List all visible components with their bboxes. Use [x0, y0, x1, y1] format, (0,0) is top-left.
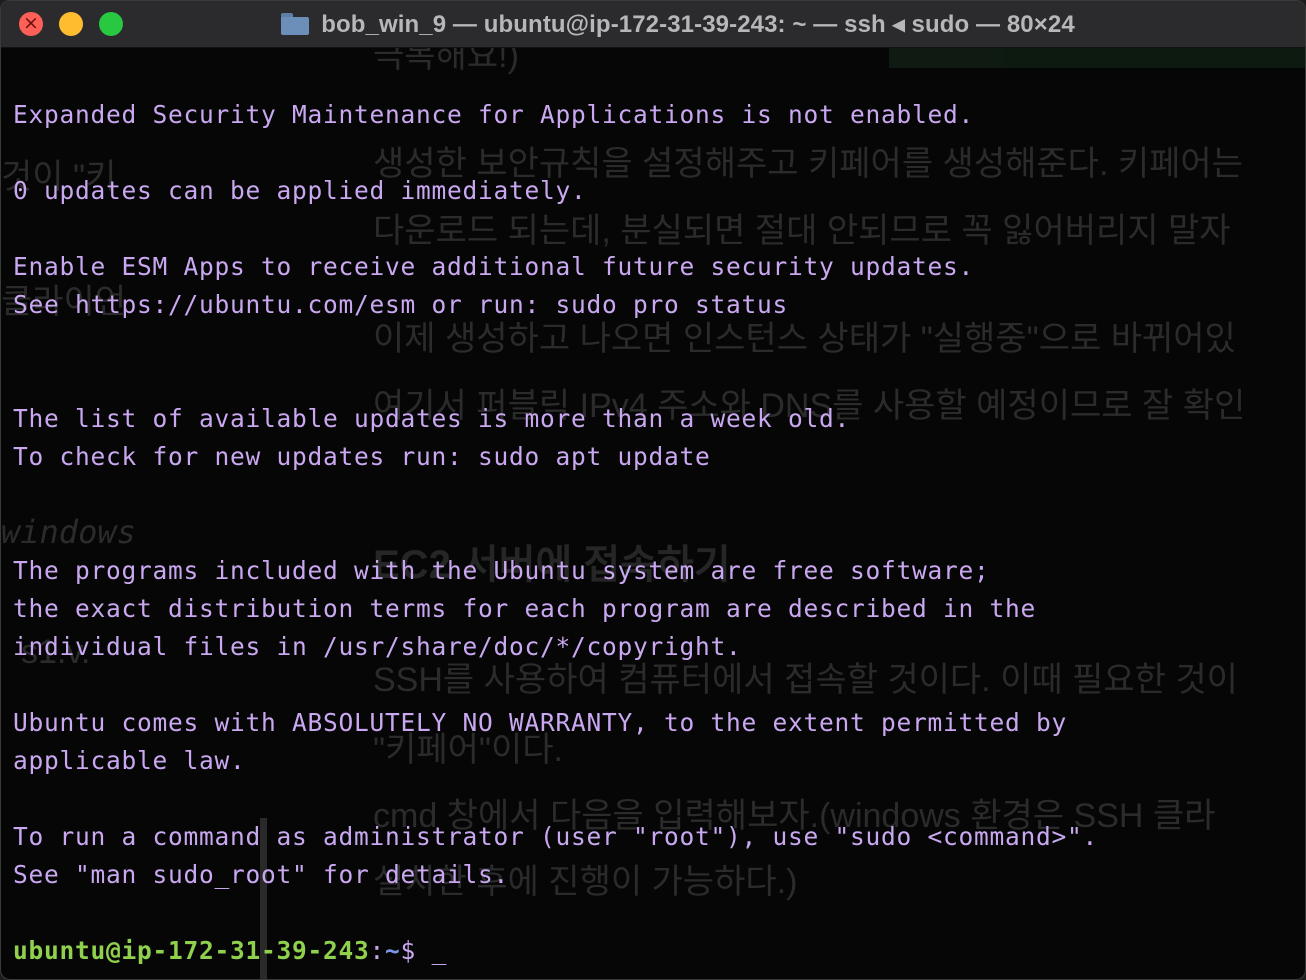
prompt-symbol: $: [400, 936, 432, 965]
output-line: See https://ubuntu.com/esm or run: sudo …: [13, 290, 789, 319]
prompt-colon: :: [369, 936, 386, 965]
terminal-window: bob_win_9 — ubuntu@ip-172-31-39-243: ~ —…: [0, 0, 1306, 980]
folder-icon: [281, 13, 310, 35]
background-line: 다운로드 되는데, 분실되면 절대 안되므로 꼭 잃어버리지 말자: [373, 212, 1231, 250]
output-line: The list of available updates is more th…: [13, 404, 851, 433]
output-line: 0 updates can be applied immediately.: [13, 176, 587, 205]
output-line: To check for new updates run: sudo apt u…: [13, 442, 711, 471]
output-line: Ubuntu comes with ABSOLUTELY NO WARRANTY…: [13, 708, 1068, 737]
output-line: To run a command as administrator (user …: [13, 822, 1099, 851]
background-line: 극복해요!): [373, 48, 519, 75]
background-bar: [889, 48, 1003, 68]
prompt-path: ~: [385, 936, 401, 965]
prompt-user-host: ubuntu@ip-172-31-39-243: [13, 936, 370, 965]
output-line: individual files in /usr/share/doc/*/cop…: [13, 632, 742, 661]
title-bar[interactable]: bob_win_9 — ubuntu@ip-172-31-39-243: ~ —…: [1, 1, 1305, 48]
window-title-wrap: bob_win_9 — ubuntu@ip-172-31-39-243: ~ —…: [1, 1, 1305, 47]
output-line: Enable ESM Apps to receive additional fu…: [13, 252, 975, 281]
text-cursor[interactable]: _: [432, 936, 448, 965]
window-title: bob_win_9 — ubuntu@ip-172-31-39-243: ~ —…: [321, 10, 1075, 38]
background-line: windows: [1, 513, 136, 551]
output-line: See "man sudo_root" for details.: [13, 860, 510, 889]
output-line: applicable law.: [13, 746, 246, 775]
background-bar: [1003, 48, 1305, 68]
output-line: Expanded Security Maintenance for Applic…: [13, 100, 975, 129]
output-line: The programs included with the Ubuntu sy…: [13, 556, 990, 585]
terminal-content[interactable]: 극복해요!) 생성한 보안규칙을 설정해주고 키페어를 생성해준다. 키페어는 …: [1, 48, 1305, 979]
output-line: the exact distribution terms for each pr…: [13, 594, 1037, 623]
shell-prompt[interactable]: ubuntu@ip-172-31-39-243:~$ _: [13, 936, 447, 965]
